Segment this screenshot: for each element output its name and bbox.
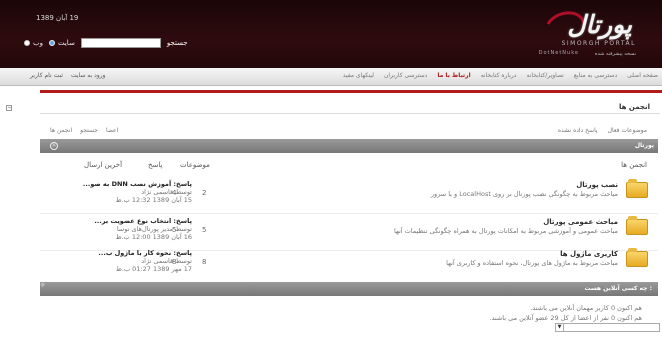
menu-item-contact[interactable]: ارتباط با ما bbox=[437, 72, 470, 79]
forum-row: نصب پورتال مباحث مربوط به چگونگی نصب پور… bbox=[40, 176, 658, 214]
register-link[interactable]: ثبت نام کاربر bbox=[30, 72, 63, 79]
logo-subtitle-fa: نسخه پیشرفته شده bbox=[594, 51, 636, 57]
logo-dnn: DotNetNuke bbox=[538, 50, 579, 56]
forums-link[interactable]: انجمن ها bbox=[50, 127, 72, 134]
last-post: پاسخ: آموزش نصب DNN به صو... توسط قاسمی … bbox=[82, 180, 192, 204]
forum-desc: مباحث عمومی و آموزشی مربوط به امکانات پو… bbox=[394, 227, 618, 235]
page-title: انجمن ها bbox=[619, 103, 650, 111]
search-input[interactable] bbox=[80, 38, 161, 48]
menu-item-links[interactable]: لینکهای مفید bbox=[343, 72, 374, 79]
last-post-date: 15 آبان 1389 12:32 ب.ظ bbox=[115, 196, 192, 204]
site-header: 19 آبان 1389 پورتال SIMORGH PORTAL DotNe… bbox=[0, 0, 662, 68]
col-replies: پاسخ bbox=[148, 161, 163, 169]
last-post-title[interactable]: پاسخ: آموزش نصب DNN به صو... bbox=[83, 180, 192, 188]
accent-divider bbox=[40, 90, 662, 93]
last-post-author[interactable]: توسط قاسمی نژاد bbox=[82, 188, 192, 196]
forum-name[interactable]: نصب پورتال bbox=[576, 181, 618, 189]
forum-desc: مباحث مربوط به ماژول های پورتال، نحوه اس… bbox=[446, 259, 618, 267]
search-option-site[interactable]: سایت bbox=[48, 39, 75, 47]
last-post: پاسخ: انتخاب نوع عضویت بر... توسط مدیر پ… bbox=[82, 217, 192, 241]
logo-subtitle: SIMORGH PORTAL bbox=[561, 40, 636, 47]
col-last-post: آخرین ارسال bbox=[84, 161, 123, 169]
folder-icon bbox=[626, 216, 648, 235]
search-option-web[interactable]: وب bbox=[24, 39, 43, 47]
online-bar: ☼ چه کسی آنلاین هست : bbox=[40, 282, 658, 296]
forum-name[interactable]: مباحث عمومی پورتال bbox=[543, 218, 618, 226]
online-users-select[interactable]: ▼ bbox=[555, 323, 660, 332]
header-date: 19 آبان 1389 bbox=[36, 14, 79, 22]
menu-item-home[interactable]: صفحه اصلی bbox=[627, 72, 658, 79]
menu-item-about[interactable]: درباره کتابخانه bbox=[481, 72, 517, 79]
radio-site-icon[interactable] bbox=[48, 40, 55, 46]
menu-item-users[interactable]: دسترسی کاربران bbox=[384, 72, 427, 79]
rss-icon[interactable]: ☼ bbox=[50, 142, 58, 150]
online-icon: ☼ bbox=[40, 282, 46, 289]
search-button[interactable]: جستجو bbox=[167, 39, 188, 47]
last-post-title[interactable]: پاسخ: نحوه کار با ماژول ب... bbox=[98, 249, 192, 257]
folder-icon bbox=[626, 248, 648, 267]
forum-row: کاربری ماژول ها مباحث مربوط به ماژول های… bbox=[40, 245, 658, 283]
menu-item-gallery[interactable]: تصاویر/کتابخانه bbox=[526, 72, 563, 79]
search-bar: وب سایت جستجو bbox=[24, 38, 188, 48]
collapse-icon[interactable]: − bbox=[6, 105, 12, 111]
col-topics: موضوعات bbox=[180, 161, 210, 169]
online-members: هم اکنون 0 نفر از اعضا از کل 29 عضو آنلا… bbox=[489, 314, 642, 322]
members-link[interactable]: اعضا bbox=[106, 127, 118, 134]
col-forums: انجمن ها bbox=[621, 161, 647, 169]
last-post-date: 16 آبان 1389 12:00 ب.ظ bbox=[115, 233, 192, 241]
topic-count: 5 bbox=[202, 226, 207, 234]
main-navbar: صفحه اصلی دسترسی به منابع تصاویر/کتابخان… bbox=[0, 68, 662, 86]
site-logo[interactable]: پورتال SIMORGH PORTAL DotNetNuke نسخه پی… bbox=[504, 4, 654, 64]
forum-nav-links: انجمن ها جستجو اعضا bbox=[50, 127, 118, 134]
menu-item-resources[interactable]: دسترسی به منابع bbox=[574, 72, 617, 79]
user-links: ثبت نام کاربر ورود به سایت bbox=[30, 72, 105, 79]
topic-count: 8 bbox=[202, 258, 207, 266]
title-divider bbox=[40, 113, 660, 114]
online-title: چه کسی آنلاین هست : bbox=[584, 285, 652, 292]
unanswered-link[interactable]: پاسخ داده نشده bbox=[558, 127, 598, 134]
last-post: پاسخ: نحوه کار با ماژول ب... توسط قاسمی … bbox=[82, 249, 192, 273]
topic-filter-links: پاسخ داده نشده موضوعات فعال bbox=[558, 127, 647, 134]
category-title[interactable]: پورتال bbox=[635, 142, 654, 149]
login-link[interactable]: ورود به سایت bbox=[71, 72, 105, 79]
logo-text: پورتال bbox=[567, 10, 632, 39]
forum-search-link[interactable]: جستجو bbox=[80, 127, 98, 134]
chevron-down-icon[interactable]: ▼ bbox=[556, 324, 564, 331]
last-post-title[interactable]: پاسخ: انتخاب نوع عضویت بر... bbox=[94, 217, 192, 225]
radio-web-icon[interactable] bbox=[24, 40, 30, 46]
last-post-author[interactable]: توسط قاسمی نژاد bbox=[82, 257, 192, 265]
active-topics-link[interactable]: موضوعات فعال bbox=[608, 127, 647, 134]
online-guests: هم اکنون 0 کاربر مهمان آنلاین می باشند. bbox=[530, 304, 642, 312]
forum-name[interactable]: کاربری ماژول ها bbox=[560, 250, 618, 258]
last-post-author[interactable]: توسط مدیر پورتال‌های نوسا bbox=[82, 225, 192, 233]
last-post-date: 17 مهر 1389 01:27 ب.ظ bbox=[115, 265, 192, 273]
topic-count: 2 bbox=[202, 189, 207, 197]
forum-desc: مباحث مربوط به چگونگی نصب پورتال بر روی … bbox=[430, 190, 618, 198]
main-menu: صفحه اصلی دسترسی به منابع تصاویر/کتابخان… bbox=[343, 72, 658, 79]
folder-icon bbox=[626, 179, 648, 198]
category-bar: ☼ پورتال bbox=[40, 139, 658, 153]
